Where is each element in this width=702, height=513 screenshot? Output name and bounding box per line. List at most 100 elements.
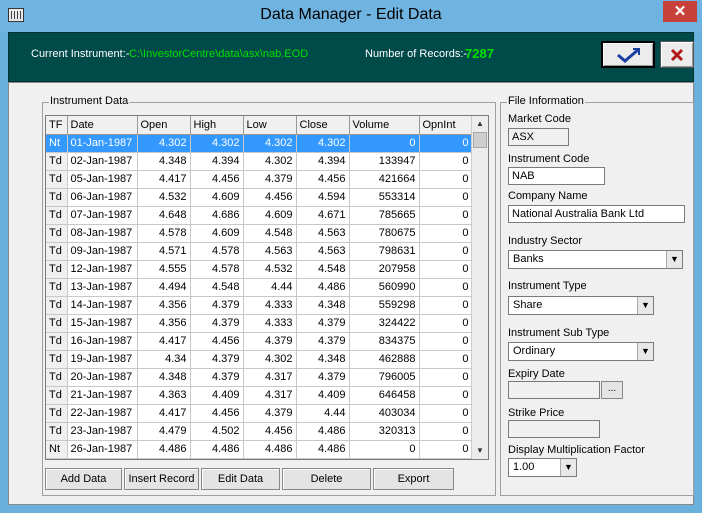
- table-cell[interactable]: 4.317: [243, 386, 297, 405]
- table-row[interactable]: Td 07-Jan-1987 4.648 4.686 4.609 4.671 785665 0: [46, 206, 473, 225]
- table-cell[interactable]: 462888: [349, 350, 420, 369]
- table-cell[interactable]: 4.548: [190, 278, 244, 297]
- instrument-type-select[interactable]: Share ▼: [508, 296, 654, 315]
- expiry-date-field[interactable]: [508, 381, 600, 399]
- table-cell[interactable]: 4.302: [243, 134, 297, 153]
- table-cell[interactable]: 0: [419, 404, 473, 423]
- table-cell[interactable]: 4.594: [296, 188, 350, 207]
- table-cell[interactable]: 4.456: [296, 170, 350, 189]
- table-cell[interactable]: 22-Jan-1987: [67, 404, 138, 423]
- table-cell[interactable]: 4.379: [296, 314, 350, 333]
- scroll-thumb[interactable]: [473, 132, 487, 148]
- column-header[interactable]: Date: [67, 116, 138, 135]
- table-cell[interactable]: 26-Jan-1987: [67, 440, 138, 459]
- table-cell[interactable]: Td: [46, 170, 68, 189]
- multiplication-factor-select[interactable]: 1.00 ▼: [508, 458, 577, 477]
- table-cell[interactable]: 834375: [349, 332, 420, 351]
- table-cell[interactable]: 07-Jan-1987: [67, 206, 138, 225]
- table-row[interactable]: Td 08-Jan-1987 4.578 4.609 4.548 4.563 780675 0: [46, 224, 473, 243]
- table-cell[interactable]: Td: [46, 188, 68, 207]
- table-cell[interactable]: 06-Jan-1987: [67, 188, 138, 207]
- table-cell[interactable]: 0: [419, 350, 473, 369]
- table-cell[interactable]: Td: [46, 368, 68, 387]
- table-cell[interactable]: 798631: [349, 242, 420, 261]
- table-cell[interactable]: 02-Jan-1987: [67, 152, 138, 171]
- table-cell[interactable]: 0: [419, 134, 473, 153]
- table-cell[interactable]: 4.456: [190, 170, 244, 189]
- table-row[interactable]: Td27-Jan-19874.4634.4714.4564.4568322380: [46, 458, 473, 459]
- table-row[interactable]: Td 13-Jan-1987 4.494 4.548 4.44 4.486 560990 0: [46, 278, 473, 297]
- table-cell[interactable]: 4.456: [243, 188, 297, 207]
- table-cell[interactable]: 4.463: [137, 458, 191, 459]
- table-cell[interactable]: 27-Jan-1987: [67, 458, 138, 459]
- table-cell[interactable]: 08-Jan-1987: [67, 224, 138, 243]
- table-cell[interactable]: 4.333: [243, 314, 297, 333]
- table-cell[interactable]: 0: [419, 188, 473, 207]
- table-cell[interactable]: Td: [46, 422, 68, 441]
- table-cell[interactable]: 832238: [349, 458, 420, 459]
- table-cell[interactable]: Td: [46, 260, 68, 279]
- table-cell[interactable]: 4.302: [296, 134, 350, 153]
- dropdown-arrow-icon[interactable]: ▼: [560, 459, 576, 476]
- table-cell[interactable]: 4.648: [137, 206, 191, 225]
- table-cell[interactable]: 4.379: [190, 296, 244, 315]
- column-header[interactable]: Low: [243, 116, 297, 135]
- export-button[interactable]: Export: [373, 468, 454, 490]
- table-cell[interactable]: 320313: [349, 422, 420, 441]
- industry-sector-select[interactable]: Banks ▼: [508, 250, 683, 269]
- table-cell[interactable]: 4.409: [296, 386, 350, 405]
- table-row[interactable]: Td 19-Jan-1987 4.34 4.379 4.302 4.348 462888 0: [46, 350, 473, 369]
- table-cell[interactable]: 4.456: [190, 404, 244, 423]
- table-cell[interactable]: 4.532: [137, 188, 191, 207]
- table-cell[interactable]: Td: [46, 296, 68, 315]
- table-cell[interactable]: 4.671: [296, 206, 350, 225]
- column-header[interactable]: Volume: [349, 116, 420, 135]
- table-cell[interactable]: 0: [349, 134, 420, 153]
- table-cell[interactable]: 207958: [349, 260, 420, 279]
- table-cell[interactable]: 4.34: [137, 350, 191, 369]
- table-cell[interactable]: 4.548: [243, 224, 297, 243]
- table-cell[interactable]: 4.379: [190, 314, 244, 333]
- table-cell[interactable]: 4.317: [243, 368, 297, 387]
- table-cell[interactable]: 20-Jan-1987: [67, 368, 138, 387]
- table-cell[interactable]: 4.578: [137, 224, 191, 243]
- table-cell[interactable]: 4.563: [296, 242, 350, 261]
- table-cell[interactable]: 4.379: [190, 350, 244, 369]
- table-cell[interactable]: 553314: [349, 188, 420, 207]
- table-cell[interactable]: 14-Jan-1987: [67, 296, 138, 315]
- table-cell[interactable]: 0: [419, 260, 473, 279]
- table-cell[interactable]: 4.417: [137, 170, 191, 189]
- table-cell[interactable]: 4.686: [190, 206, 244, 225]
- table-cell[interactable]: 4.609: [190, 188, 244, 207]
- table-cell[interactable]: 4.379: [243, 332, 297, 351]
- table-cell[interactable]: 4.456: [243, 458, 297, 459]
- table-cell[interactable]: 4.302: [137, 134, 191, 153]
- table-cell[interactable]: 4.356: [137, 314, 191, 333]
- table-cell[interactable]: Td: [46, 152, 68, 171]
- table-cell[interactable]: 15-Jan-1987: [67, 314, 138, 333]
- table-cell[interactable]: Td: [46, 404, 68, 423]
- table-cell[interactable]: 19-Jan-1987: [67, 350, 138, 369]
- strike-price-field[interactable]: [508, 420, 600, 438]
- table-cell[interactable]: 785665: [349, 206, 420, 225]
- table-cell[interactable]: 4.479: [137, 422, 191, 441]
- table-cell[interactable]: Nt: [46, 134, 68, 153]
- table-cell[interactable]: Td: [46, 332, 68, 351]
- table-cell[interactable]: 4.486: [296, 278, 350, 297]
- table-cell[interactable]: 780675: [349, 224, 420, 243]
- table-row[interactable]: Td 22-Jan-1987 4.417 4.456 4.379 4.44 403034 0: [46, 404, 473, 423]
- table-cell[interactable]: 4.578: [190, 260, 244, 279]
- table-cell[interactable]: 4.571: [137, 242, 191, 261]
- table-cell[interactable]: 4.563: [243, 242, 297, 261]
- table-row[interactable]: Td 16-Jan-1987 4.417 4.456 4.379 4.379 834375 0: [46, 332, 473, 351]
- table-cell[interactable]: 0: [419, 278, 473, 297]
- table-cell[interactable]: 4.409: [190, 386, 244, 405]
- column-header[interactable]: Open: [137, 116, 191, 135]
- table-cell[interactable]: Td: [46, 206, 68, 225]
- table-row[interactable]: Td 14-Jan-1987 4.356 4.379 4.333 4.348 559298 0: [46, 296, 473, 315]
- table-cell[interactable]: 4.44: [243, 278, 297, 297]
- table-cell[interactable]: 4.44: [296, 404, 350, 423]
- table-row[interactable]: Nt 01-Jan-1987 4.302 4.302 4.302 4.302 0 0: [46, 134, 473, 153]
- table-cell[interactable]: 324422: [349, 314, 420, 333]
- table-cell[interactable]: 0: [419, 440, 473, 459]
